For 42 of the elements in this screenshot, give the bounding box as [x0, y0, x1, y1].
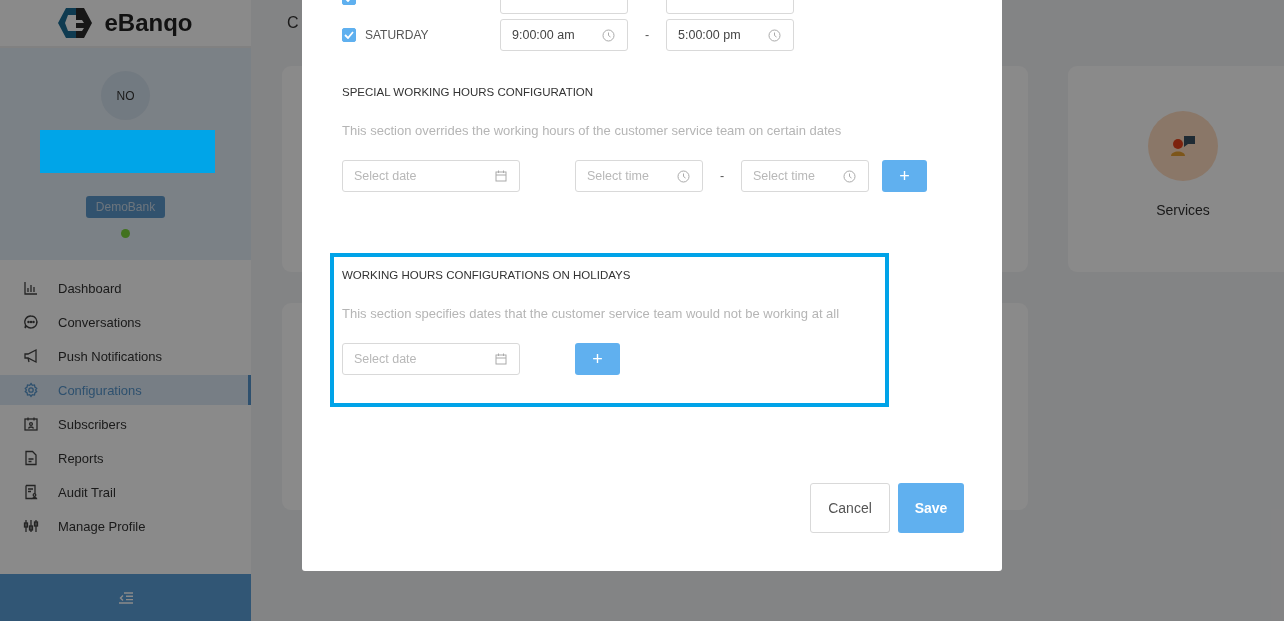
check-icon: [344, 31, 354, 39]
sidebar-item[interactable]: Dashboard: [0, 273, 251, 303]
section-description: This section overrides the working hours of the customer service team on certain dates: [342, 123, 843, 139]
avatar: NO: [101, 71, 150, 120]
clock-icon: [843, 169, 856, 183]
report-person-icon: [23, 484, 39, 500]
logo-text: eBanqo: [104, 9, 193, 37]
sidebar-item[interactable]: Push Notifications: [0, 341, 251, 371]
collapse-icon[interactable]: [118, 591, 133, 604]
calendar-person-icon: [23, 416, 39, 432]
cancel-button[interactable]: Cancel: [810, 483, 890, 533]
clock-icon: [768, 28, 781, 42]
clock-icon: [677, 169, 690, 183]
dash-separator: -: [718, 169, 726, 183]
time-field[interactable]: 5:00:00 pm: [666, 19, 794, 51]
calendar-icon: [495, 170, 507, 182]
day-label: SATURDAY: [365, 28, 429, 42]
megaphone-icon: [23, 348, 39, 364]
sidebar-item[interactable]: Reports: [0, 443, 251, 473]
section-heading: WORKING HOURS CONFIGURATIONS ON HOLIDAYS: [342, 268, 632, 283]
page-title: C: [287, 14, 299, 31]
chat-bubble-icon: [23, 314, 39, 330]
bar-chart-icon: [23, 280, 39, 296]
calendar-icon: [495, 353, 507, 365]
person-chat-icon: [1169, 134, 1197, 158]
clock-icon: [602, 28, 615, 42]
time-field[interactable]: 9:00:00 am: [500, 19, 628, 51]
gear-icon: [23, 382, 39, 398]
checkbox[interactable]: [342, 28, 356, 42]
card-label: Services: [1156, 202, 1210, 218]
dash-separator: -: [643, 28, 651, 42]
sidebar-item[interactable]: Audit Trail: [0, 477, 251, 507]
organization-badge: DemoBank: [85, 196, 166, 218]
sidebar-item[interactable]: Manage Profile: [0, 511, 251, 541]
service-card[interactable]: Services: [1068, 66, 1284, 272]
logo-icon: [58, 8, 93, 38]
document-icon: [23, 450, 39, 466]
sidebar-item[interactable]: Conversations: [0, 307, 251, 337]
section-description: This section specifies dates that the customer service team would not be working at all: [342, 306, 841, 322]
section-heading: SPECIAL WORKING HOURS CONFIGURATION: [342, 85, 595, 100]
sliders-icon: [23, 518, 39, 534]
sidebar-item[interactable]: Subscribers: [0, 409, 251, 439]
